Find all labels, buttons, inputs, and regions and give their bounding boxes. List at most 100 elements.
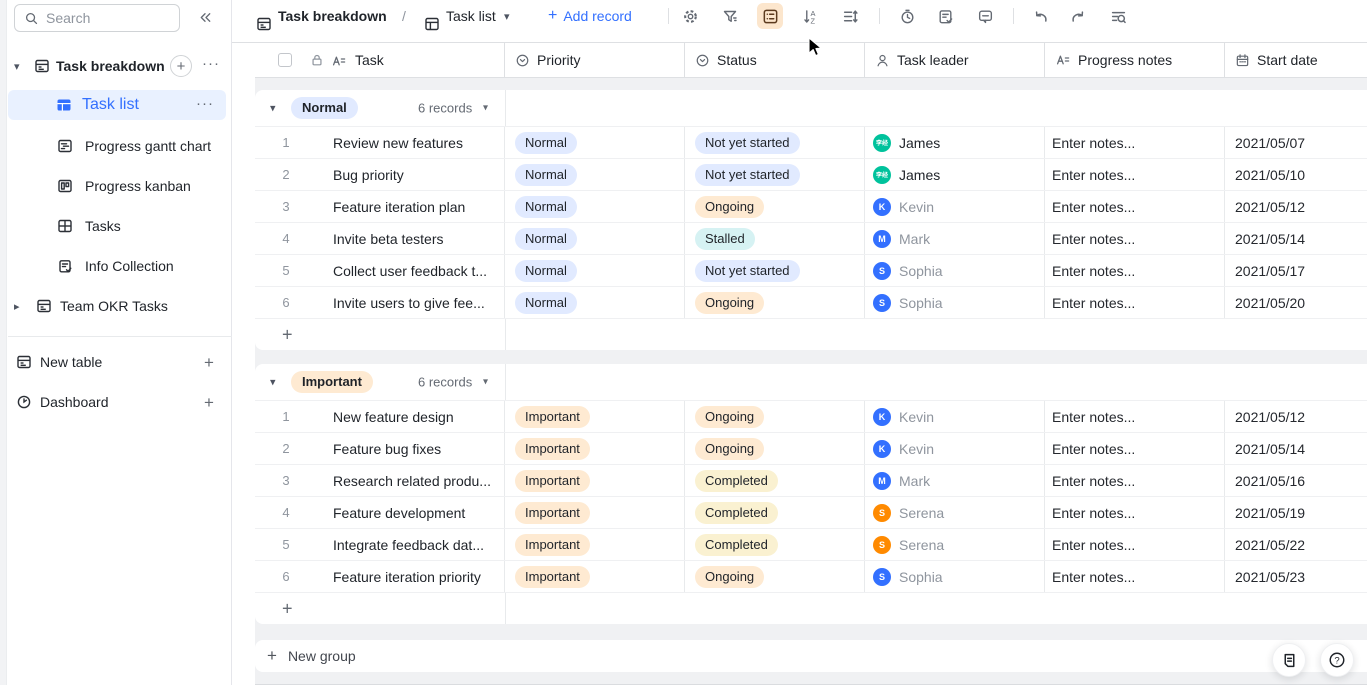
sidebar-base-team-okr-tasks[interactable]: ▸ Team OKR Tasks [8, 292, 232, 320]
priority-cell[interactable]: Normal [505, 287, 685, 318]
leader-cell[interactable]: SSerena [865, 497, 1045, 528]
leader-cell[interactable]: 李经James [865, 159, 1045, 190]
group-view-button[interactable] [757, 3, 783, 29]
collapse-group-icon[interactable]: ▾ [270, 376, 276, 389]
task-cell[interactable]: 6Feature iteration priority [255, 561, 505, 592]
help-fab[interactable]: ? [1320, 643, 1354, 677]
date-cell[interactable]: 2021/05/10 [1225, 159, 1367, 190]
column-header-progress-notes[interactable]: Progress notes [1045, 43, 1225, 77]
leader-cell[interactable]: KKevin [865, 433, 1045, 464]
status-cell[interactable]: Completed [685, 529, 865, 560]
task-cell[interactable]: 3Feature iteration plan [255, 191, 505, 222]
notes-cell[interactable]: Enter notes... [1045, 287, 1225, 318]
date-cell[interactable]: 2021/05/07 [1225, 127, 1367, 158]
chevron-down-icon[interactable]: ▾ [14, 60, 20, 73]
add-table-button[interactable]: + [204, 353, 214, 373]
status-cell[interactable]: Completed [685, 497, 865, 528]
date-cell[interactable]: 2021/05/23 [1225, 561, 1367, 592]
task-cell[interactable]: 2Feature bug fixes [255, 433, 505, 464]
status-cell[interactable]: Ongoing [685, 191, 865, 222]
notes-cell[interactable]: Enter notes... [1045, 561, 1225, 592]
row-number[interactable]: 2 [278, 167, 294, 182]
row-number[interactable]: 3 [278, 199, 294, 214]
row-number[interactable]: 1 [278, 135, 294, 150]
task-cell[interactable]: 5Integrate feedback dat... [255, 529, 505, 560]
priority-cell[interactable]: Normal [505, 255, 685, 286]
add-record-button[interactable]: +Add record [548, 0, 632, 32]
leader-cell[interactable]: SSerena [865, 529, 1045, 560]
leader-cell[interactable]: MMark [865, 465, 1045, 496]
sidebar-item-dashboard[interactable]: Dashboard + [8, 388, 232, 416]
date-cell[interactable]: 2021/05/14 [1225, 223, 1367, 254]
leader-cell[interactable]: SSophia [865, 287, 1045, 318]
task-cell[interactable]: 4Feature development [255, 497, 505, 528]
task-cell[interactable]: 2Bug priority [255, 159, 505, 190]
column-header-priority[interactable]: Priority [505, 43, 685, 77]
priority-cell[interactable]: Important [505, 465, 685, 496]
task-cell[interactable]: 3Research related produ... [255, 465, 505, 496]
notes-cell[interactable]: Enter notes... [1045, 127, 1225, 158]
leader-cell[interactable]: KKevin [865, 401, 1045, 432]
column-header-start-date[interactable]: Start date [1225, 43, 1367, 77]
priority-cell[interactable]: Important [505, 529, 685, 560]
status-cell[interactable]: Ongoing [685, 561, 865, 592]
priority-cell[interactable]: Normal [505, 223, 685, 254]
date-cell[interactable]: 2021/05/12 [1225, 191, 1367, 222]
add-record-row[interactable]: + [255, 592, 1367, 624]
row-number[interactable]: 6 [278, 569, 294, 584]
date-cell[interactable]: 2021/05/19 [1225, 497, 1367, 528]
task-cell[interactable]: 1New feature design [255, 401, 505, 432]
priority-cell[interactable]: Important [505, 401, 685, 432]
notes-cell[interactable]: Enter notes... [1045, 433, 1225, 464]
leader-cell[interactable]: 李经James [865, 127, 1045, 158]
sidebar-base-task-breakdown[interactable]: ▾ Task breakdown + ··· [8, 52, 232, 80]
notes-cell[interactable]: Enter notes... [1045, 497, 1225, 528]
status-cell[interactable]: Not yet started [685, 255, 865, 286]
task-cell[interactable]: 5Collect user feedback t... [255, 255, 505, 286]
settings-gear-icon[interactable] [677, 3, 703, 29]
leader-cell[interactable]: SSophia [865, 255, 1045, 286]
priority-cell[interactable]: Important [505, 497, 685, 528]
priority-cell[interactable]: Normal [505, 159, 685, 190]
column-header-task[interactable]: Task [255, 43, 505, 77]
row-number[interactable]: 1 [278, 409, 294, 424]
column-header-task-leader[interactable]: Task leader [865, 43, 1045, 77]
notes-cell[interactable]: Enter notes... [1045, 191, 1225, 222]
notes-cell[interactable]: Enter notes... [1045, 401, 1225, 432]
date-cell[interactable]: 2021/05/20 [1225, 287, 1367, 318]
priority-cell[interactable]: Important [505, 561, 685, 592]
row-number[interactable]: 3 [278, 473, 294, 488]
status-cell[interactable]: Stalled [685, 223, 865, 254]
view-dropdown-icon[interactable]: ▾ [504, 0, 510, 32]
search-records-icon[interactable] [1105, 3, 1131, 29]
date-cell[interactable]: 2021/05/22 [1225, 529, 1367, 560]
sidebar-item-new-table[interactable]: New table + [8, 348, 232, 376]
search-input[interactable]: Search [14, 4, 180, 32]
group-records-dropdown-icon[interactable]: ▾ [483, 377, 488, 388]
status-cell[interactable]: Ongoing [685, 433, 865, 464]
row-number[interactable]: 5 [278, 263, 294, 278]
row-number[interactable]: 4 [278, 505, 294, 520]
comment-icon[interactable] [972, 3, 998, 29]
priority-cell[interactable]: Normal [505, 127, 685, 158]
sidebar-item-task-list[interactable]: Task list ··· [8, 90, 226, 120]
task-cell[interactable]: 6Invite users to give fee... [255, 287, 505, 318]
sort-icon[interactable]: AZ [797, 3, 823, 29]
status-cell[interactable]: Ongoing [685, 287, 865, 318]
notes-cell[interactable]: Enter notes... [1045, 465, 1225, 496]
sidebar-item-info-collection[interactable]: Info Collection [8, 252, 232, 280]
row-number[interactable]: 5 [278, 537, 294, 552]
sidebar-item-progress-kanban[interactable]: Progress kanban [8, 172, 232, 200]
redo-icon[interactable] [1065, 3, 1091, 29]
status-cell[interactable]: Ongoing [685, 401, 865, 432]
collapse-group-icon[interactable]: ▾ [270, 102, 276, 115]
breadcrumb-view[interactable]: Task list [446, 0, 496, 32]
undo-icon[interactable] [1027, 3, 1053, 29]
notes-cell[interactable]: Enter notes... [1045, 159, 1225, 190]
add-view-button[interactable]: + [170, 55, 192, 77]
sidebar-item-progress-gantt-chart[interactable]: Progress gantt chart [8, 132, 232, 160]
group-records-dropdown-icon[interactable]: ▾ [483, 103, 488, 114]
record-detail-fab[interactable] [1272, 643, 1306, 677]
leader-cell[interactable]: KKevin [865, 191, 1045, 222]
status-cell[interactable]: Completed [685, 465, 865, 496]
